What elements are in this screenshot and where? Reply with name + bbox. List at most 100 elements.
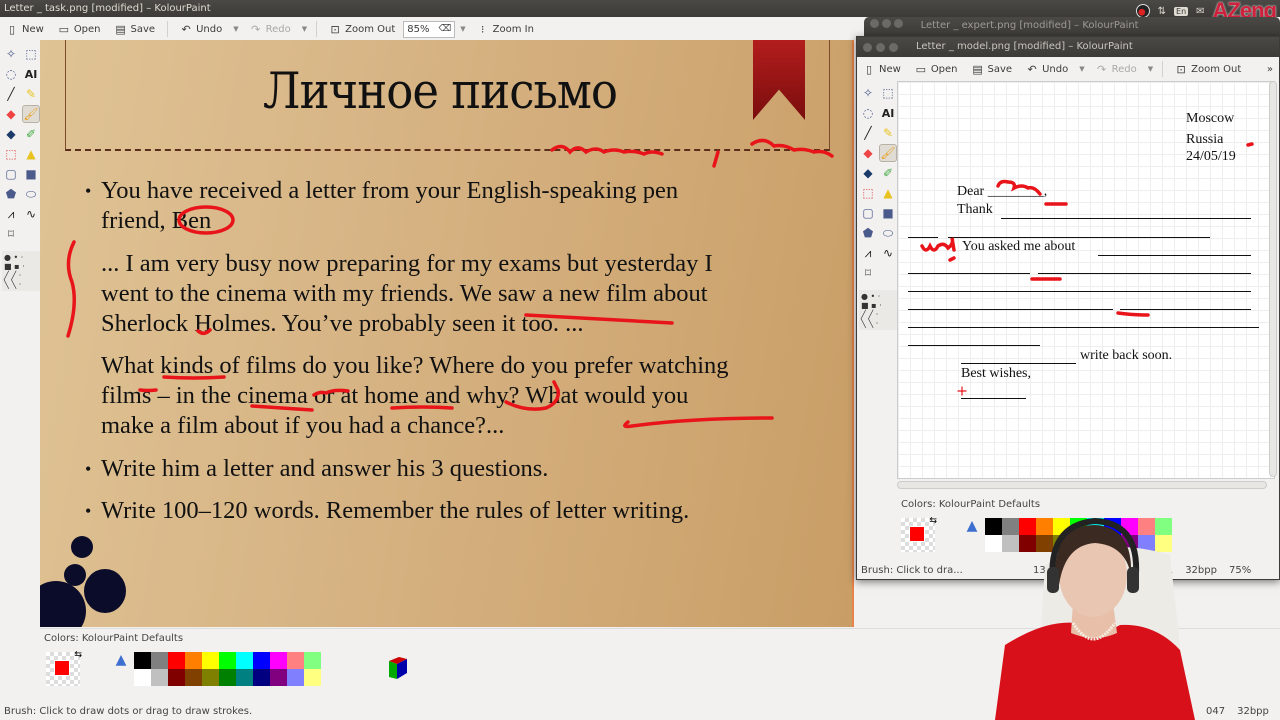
foreground-background-color[interactable]: ⇆: [901, 516, 937, 552]
palette-color-swatch[interactable]: [270, 652, 287, 669]
foreground-color-swatch[interactable]: [909, 526, 925, 542]
spraycan-tool[interactable]: ▲: [22, 145, 40, 163]
rgb-cube-icon[interactable]: [383, 655, 409, 681]
rectangle-tool[interactable]: ■: [879, 204, 897, 222]
undo-button[interactable]: ↶ Undo: [174, 19, 228, 39]
color-picker-tool[interactable]: ✐: [879, 164, 897, 182]
swap-colors-icon[interactable]: ⇆: [929, 516, 937, 526]
foreground-background-color[interactable]: ⇆: [46, 650, 82, 686]
palette-color-swatch[interactable]: [270, 669, 287, 686]
rectangular-selection-tool[interactable]: ⬚: [879, 84, 897, 102]
redo-dropdown[interactable]: ▼: [1145, 65, 1156, 73]
vertical-scrollbar[interactable]: [1269, 81, 1277, 477]
text-tool[interactable]: AI: [879, 104, 897, 122]
eraser-tool[interactable]: ◆: [2, 105, 20, 123]
palette-color-swatch[interactable]: [202, 669, 219, 686]
palette-color-swatch[interactable]: [151, 669, 168, 686]
color-picker-tool[interactable]: ✐: [22, 125, 40, 143]
network-icon[interactable]: ⇅: [1158, 6, 1166, 17]
zoom-in-button[interactable]: ⁝ Zoom In: [471, 19, 540, 39]
obs-icon[interactable]: [1135, 4, 1150, 18]
expert-window-titlebar[interactable]: Letter _ expert.png [modified] – KolourP…: [864, 17, 1280, 37]
palette-color-swatch[interactable]: [253, 669, 270, 686]
new-button[interactable]: ▯ New: [857, 59, 907, 79]
connected-lines-tool[interactable]: ⩘: [859, 244, 877, 262]
palette-color-swatch[interactable]: [185, 652, 202, 669]
zoom-dropdown[interactable]: ▼: [457, 25, 468, 33]
color-similarity-icon[interactable]: ▲: [963, 518, 981, 536]
redo-button[interactable]: ↷ Redo: [1090, 59, 1143, 79]
keyboard-layout-indicator[interactable]: En: [1174, 6, 1189, 16]
swap-colors-icon[interactable]: ⇆: [74, 650, 82, 660]
text-tool[interactable]: AI: [22, 65, 40, 83]
palette-color-swatch[interactable]: [219, 652, 236, 669]
spraycan-tool[interactable]: ▲: [879, 184, 897, 202]
free-form-selection-tool[interactable]: ✧: [859, 84, 877, 102]
polygon-tool[interactable]: ⬟: [2, 185, 20, 203]
brush-size-options[interactable]: ● • · ■ ▪ · ╱ ╱ · ╲ ╲ ·: [2, 251, 40, 291]
rounded-rectangle-tool[interactable]: ▢: [2, 165, 20, 183]
pen-tool[interactable]: ✎: [22, 85, 40, 103]
redo-button[interactable]: ↷ Redo: [244, 19, 297, 39]
eraser-tool[interactable]: ◆: [859, 144, 877, 162]
task-image-canvas[interactable]: Личное письмо You have received a letter…: [40, 40, 854, 627]
undo-button[interactable]: ↶ Undo: [1020, 59, 1074, 79]
brush-tool[interactable]: 🖌: [879, 144, 897, 162]
palette-color-swatch[interactable]: [304, 652, 321, 669]
model-window-titlebar[interactable]: Letter _ model.png [modified] – KolourPa…: [857, 37, 1279, 57]
mail-icon[interactable]: ✉: [1196, 6, 1204, 17]
line-tool[interactable]: ╱: [2, 85, 20, 103]
palette-color-swatch[interactable]: [287, 652, 304, 669]
rectangular-selection-tool[interactable]: ⬚: [22, 45, 40, 63]
curve-tool[interactable]: ∿: [22, 205, 40, 223]
new-button[interactable]: ▯ New: [0, 19, 50, 39]
close-window-button[interactable]: [863, 42, 872, 52]
elliptical-selection-tool[interactable]: ◌: [2, 65, 20, 83]
ellipse-tool[interactable]: ⬭: [22, 185, 40, 203]
open-button[interactable]: ▭ Open: [52, 19, 107, 39]
pen-tool[interactable]: ✎: [879, 124, 897, 142]
palette-color-swatch[interactable]: [151, 652, 168, 669]
zoom-out-button[interactable]: ⊡ Zoom Out: [323, 19, 401, 39]
rectangle-tool[interactable]: ■: [22, 165, 40, 183]
zoom-level-input[interactable]: 85% ⌫: [403, 20, 456, 38]
clear-icon[interactable]: ⌫: [439, 24, 452, 34]
horizontal-scrollbar[interactable]: [897, 481, 1267, 489]
zoom-out-button[interactable]: ⊡ Zoom Out: [1169, 59, 1247, 79]
palette-color-swatch[interactable]: [185, 669, 202, 686]
open-button[interactable]: ▭ Open: [909, 59, 964, 79]
brush-tool[interactable]: 🖌: [22, 105, 40, 123]
rounded-rectangle-tool[interactable]: ▢: [859, 204, 877, 222]
save-button[interactable]: ▤ Save: [966, 59, 1019, 79]
minimize-window-button[interactable]: [876, 42, 885, 52]
polygon-tool[interactable]: ⬟: [859, 224, 877, 242]
connected-lines-tool[interactable]: ⩘: [2, 205, 20, 223]
color-eraser-tool[interactable]: ⬚: [859, 184, 877, 202]
undo-dropdown[interactable]: ▼: [1076, 65, 1087, 73]
line-tool[interactable]: ╱: [859, 124, 877, 142]
flood-fill-tool[interactable]: ◆: [2, 125, 20, 143]
palette-color-swatch[interactable]: [134, 669, 151, 686]
elliptical-selection-tool[interactable]: ◌: [859, 104, 877, 122]
palette-color-swatch[interactable]: [253, 652, 270, 669]
brush-size-options[interactable]: ● • · ■ ▪ · ╱ ╱ · ╲ ╲ ·: [859, 290, 897, 330]
model-letter-canvas[interactable]: Moscow Russia 24/05/19 Dear ________, Th…: [897, 81, 1275, 479]
color-similarity-icon[interactable]: ▲: [112, 652, 130, 670]
palette-color-swatch[interactable]: [168, 669, 185, 686]
palette-color-swatch[interactable]: [236, 669, 253, 686]
palette-color-swatch[interactable]: [219, 669, 236, 686]
palette-color-swatch[interactable]: [168, 652, 185, 669]
palette-color-swatch[interactable]: [202, 652, 219, 669]
undo-dropdown[interactable]: ▼: [230, 25, 241, 33]
palette-color-swatch[interactable]: [236, 652, 253, 669]
free-form-selection-tool[interactable]: ✧: [2, 45, 20, 63]
palette-color-swatch[interactable]: [287, 669, 304, 686]
maximize-window-button[interactable]: [889, 42, 898, 52]
autocrop-tool[interactable]: ⌑: [2, 225, 20, 243]
curve-tool[interactable]: ∿: [879, 244, 897, 262]
foreground-color-swatch[interactable]: [54, 660, 70, 676]
color-eraser-tool[interactable]: ⬚: [2, 145, 20, 163]
toolbar-overflow-button[interactable]: »: [1267, 64, 1279, 75]
palette-color-swatch[interactable]: [134, 652, 151, 669]
palette-color-swatch[interactable]: [304, 669, 321, 686]
